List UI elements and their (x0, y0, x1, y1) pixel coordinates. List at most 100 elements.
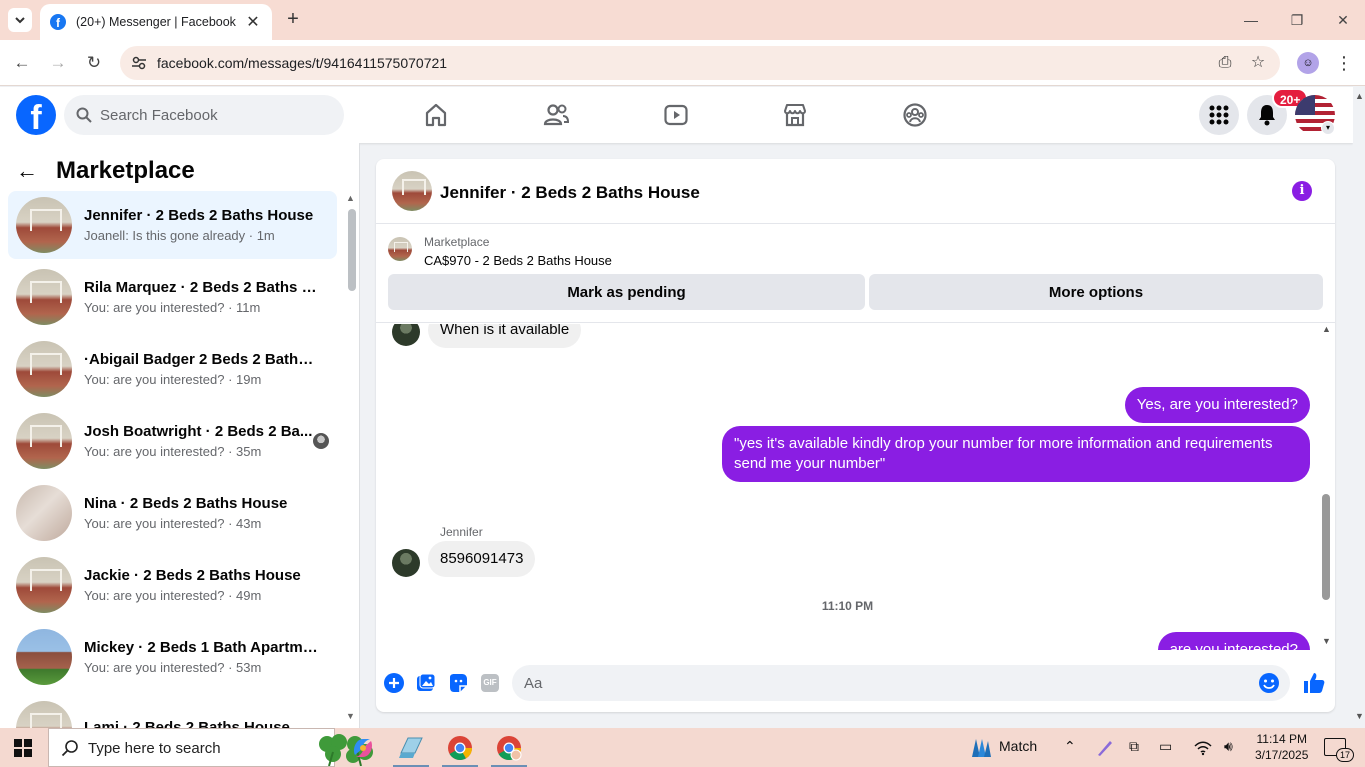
browser-menu-icon[interactable]: ⋮ (1334, 51, 1354, 75)
chevron-down-icon (15, 17, 25, 24)
outgoing-message: are you interested? (1157, 632, 1310, 650)
meet-now-icon[interactable]: ⧉ (1129, 738, 1139, 755)
forward-button[interactable]: → (46, 51, 70, 75)
browser-profile-avatar[interactable]: ☺ (1297, 52, 1319, 74)
nav-video[interactable] (660, 99, 692, 131)
emoji-icon[interactable] (1258, 672, 1280, 694)
nav-marketplace[interactable] (779, 99, 811, 131)
conversation-preview: You: are you interested? · 53m (84, 660, 262, 675)
marketplace-icon (784, 104, 806, 127)
marketplace-label: Marketplace (424, 235, 490, 249)
nav-groups[interactable] (899, 99, 931, 131)
system-clock[interactable]: 11:14 PM 3/17/2025 (1255, 731, 1308, 763)
chat-scrollbar[interactable]: ▲ ▼ (1319, 324, 1333, 650)
conversation-item[interactable]: Jackie · 2 Beds 2 Baths House You: are y… (8, 551, 337, 619)
pen-icon[interactable] (1096, 739, 1114, 757)
incoming-message: 8596091473 (428, 541, 536, 577)
copilot-app-icon[interactable] (350, 735, 376, 761)
gif-icon[interactable]: GIF (479, 672, 501, 694)
close-window-button[interactable]: ✕ (1320, 8, 1365, 32)
taskbar-search[interactable]: Type here to search (48, 728, 373, 767)
install-app-icon[interactable]: ⎙ (1215, 53, 1235, 73)
browser-toolbar: ← → ↻ facebook.com/messages/t/9416411575… (0, 40, 1365, 86)
taskbar-search-placeholder: Type here to search (88, 740, 221, 757)
chat-title[interactable]: Jennifer · 2 Beds 2 Baths House (440, 183, 700, 203)
notification-center-icon[interactable]: 17 (1324, 738, 1354, 762)
back-arrow-icon[interactable]: ← (16, 158, 48, 184)
time-separator: 11:10 PM (821, 599, 874, 613)
conversation-item[interactable]: Mickey · 2 Beds 1 Bath Apartme... You: a… (8, 623, 337, 691)
windows-start-icon[interactable] (14, 739, 32, 757)
scroll-down-arrow-icon[interactable]: ▼ (346, 711, 355, 721)
page-scrollbar[interactable]: ▲ ▼ (1353, 87, 1365, 728)
listing-mini-thumbnail[interactable] (388, 237, 412, 261)
battery-icon[interactable]: ▭ (1159, 738, 1172, 755)
restore-button[interactable]: ❐ (1274, 8, 1320, 32)
listing-thumbnail (16, 269, 72, 325)
listing-price-title[interactable]: CA$970 - 2 Beds 2 Baths House (424, 253, 612, 268)
scroll-down-arrow-icon[interactable]: ▼ (1322, 636, 1331, 646)
weather-widget-text[interactable]: Match (999, 738, 1037, 754)
conversation-name: Mickey · 2 Beds 1 Bath Apartme... (84, 639, 320, 656)
scrollbar-thumb[interactable] (1322, 494, 1330, 600)
back-button[interactable]: ← (10, 51, 34, 75)
nav-friends[interactable] (540, 99, 572, 131)
nav-home[interactable] (420, 99, 452, 131)
conversation-item[interactable]: Jennifer · 2 Beds 2 Baths House Joanell:… (8, 191, 337, 259)
account-chevron-icon[interactable]: ▾ (1321, 121, 1335, 135)
message-input-box[interactable] (512, 665, 1290, 701)
conversation-item[interactable]: Rila Marquez · 2 Beds 2 Baths H... You: … (8, 263, 337, 331)
search-input[interactable] (100, 95, 330, 135)
minimize-button[interactable]: — (1228, 8, 1274, 32)
listing-thumbnail (16, 629, 72, 685)
tab-search-button[interactable] (8, 8, 32, 32)
conversation-name: Lami · 2 Beds 2 Baths House (84, 718, 290, 729)
cricket-weather-icon[interactable] (968, 737, 992, 759)
photo-icon[interactable] (415, 672, 437, 694)
bell-icon (1259, 105, 1275, 126)
browser-tab-messenger[interactable]: f (20+) Messenger | Facebook ✕ (40, 4, 272, 40)
conversation-item[interactable]: ·Abigail Badger 2 Beds 2 Baths ... You: … (8, 335, 337, 403)
tab-close-icon[interactable]: ✕ (244, 12, 262, 32)
scrollbar-thumb[interactable] (348, 209, 356, 291)
chat-listing-thumbnail[interactable] (392, 171, 432, 211)
info-icon[interactable]: i (1292, 181, 1312, 201)
conversation-item[interactable]: Nina · 2 Beds 2 Baths House You: are you… (8, 479, 337, 547)
menu-grid-button[interactable] (1199, 95, 1239, 135)
conversation-name: Jackie · 2 Beds 2 Baths House (84, 567, 301, 584)
reload-button[interactable]: ↻ (82, 51, 106, 75)
facebook-search[interactable] (64, 95, 344, 135)
thumbs-up-icon[interactable] (1301, 670, 1327, 696)
scroll-up-arrow-icon[interactable]: ▲ (1322, 324, 1331, 334)
plus-icon[interactable] (383, 672, 405, 694)
more-options-button[interactable]: More options (869, 274, 1323, 310)
message-input[interactable] (524, 665, 1224, 701)
home-icon (425, 103, 447, 127)
tab-title: (20+) Messenger | Facebook (76, 15, 236, 29)
chrome-app-icon[interactable] (442, 735, 478, 767)
show-hidden-icons-icon[interactable]: ⌃ (1064, 738, 1076, 755)
site-info-icon[interactable] (130, 54, 148, 72)
facebook-logo[interactable]: f (16, 95, 56, 135)
conversation-name: Jennifer · 2 Beds 2 Baths House (84, 207, 314, 224)
new-tab-button[interactable]: + (282, 8, 304, 30)
scroll-up-arrow-icon[interactable]: ▲ (346, 193, 355, 203)
conversation-item[interactable]: Josh Boatwright · 2 Beds 2 Ba... You: ar… (8, 407, 337, 475)
conversation-item[interactable]: Lami · 2 Beds 2 Baths House (8, 695, 337, 728)
marketplace-sidebar: ← Marketplace Jennifer · 2 Beds 2 Baths … (0, 143, 360, 728)
file-explorer-app-icon[interactable] (393, 735, 429, 767)
chrome-profile-app-icon[interactable] (491, 735, 527, 767)
conversation-preview: You: are you interested? · 11m (84, 300, 261, 315)
windows-taskbar: Type here to search Match ⌃ ⧉ ▭ 🔊︎ 11:14… (0, 728, 1365, 767)
facebook-favicon-icon: f (50, 14, 66, 30)
volume-icon[interactable]: 🔊︎ (1224, 738, 1233, 755)
sidebar-scrollbar[interactable]: ▲ ▼ (344, 193, 356, 723)
listing-thumbnail (16, 413, 72, 469)
conversation-name: Josh Boatwright · 2 Beds 2 Ba... (84, 423, 313, 440)
wifi-icon[interactable] (1194, 740, 1212, 756)
sticker-icon[interactable] (447, 672, 469, 694)
mark-as-pending-button[interactable]: Mark as pending (388, 274, 865, 310)
message-list: When is it available Yes, are you intere… (376, 324, 1335, 650)
address-bar[interactable]: facebook.com/messages/t/9416411575070721… (120, 46, 1280, 80)
bookmark-star-icon[interactable]: ☆ (1248, 53, 1268, 73)
